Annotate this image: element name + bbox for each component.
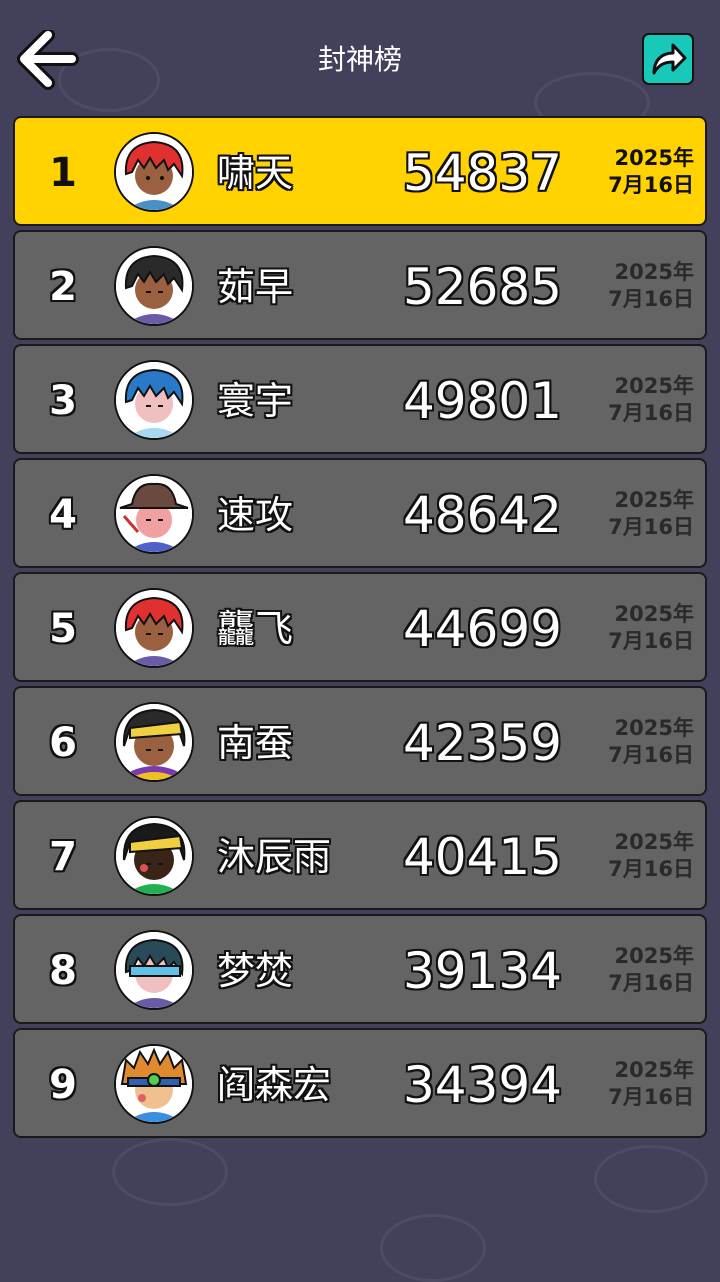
player-name: 啸天 (217, 151, 294, 195)
record-date-year: 2025年 (614, 602, 694, 626)
record-date-day: 7月16日 (608, 743, 694, 767)
player-name: 茹早 (217, 265, 294, 309)
record-date-day: 7月16日 (608, 173, 694, 197)
player-score: 48642 (402, 486, 562, 544)
avatar (114, 474, 194, 554)
record-date-year: 2025年 (614, 146, 694, 170)
record-date: 2025年 7月16日 (594, 943, 694, 997)
record-date: 2025年 7月16日 (594, 1057, 694, 1111)
record-date: 2025年 7月16日 (594, 601, 694, 655)
record-date-year: 2025年 (614, 944, 694, 968)
top-bar: 封神榜 (0, 0, 720, 116)
rank-number: 3 (49, 378, 77, 424)
player-name: 梦焚 (217, 949, 294, 993)
record-date: 2025年 7月16日 (594, 145, 694, 199)
cloud-decoration (380, 1214, 486, 1282)
rank-number: 2 (49, 264, 77, 310)
rank-number: 4 (49, 492, 77, 538)
leaderboard-row[interactable]: 7 沐辰雨 40415 2025年 7月16日 (13, 800, 707, 910)
player-score: 52685 (402, 258, 562, 316)
record-date-day: 7月16日 (608, 1085, 694, 1109)
record-date-day: 7月16日 (608, 857, 694, 881)
leaderboard-row[interactable]: 3 寰宇 49801 2025年 7月16日 (13, 344, 707, 454)
record-date: 2025年 7月16日 (594, 487, 694, 541)
player-score: 39134 (402, 942, 562, 1000)
player-name: 南蚕 (217, 721, 294, 765)
avatar (114, 360, 194, 440)
record-date-year: 2025年 (614, 830, 694, 854)
rank-number: 5 (49, 606, 77, 652)
leaderboard-row[interactable]: 2 茹早 52685 2025年 7月16日 (13, 230, 707, 340)
leaderboard-list: 1 啸天 54837 2025年 7月16日 2 茹早 52685 2025年 … (13, 116, 707, 1142)
record-date-day: 7月16日 (608, 515, 694, 539)
player-name: 沐辰雨 (217, 835, 332, 879)
avatar (114, 588, 194, 668)
avatar (114, 1044, 194, 1124)
record-date-year: 2025年 (614, 260, 694, 284)
leaderboard-row[interactable]: 1 啸天 54837 2025年 7月16日 (13, 116, 707, 226)
leaderboard-row[interactable]: 6 南蚕 42359 2025年 7月16日 (13, 686, 707, 796)
record-date-year: 2025年 (614, 716, 694, 740)
player-score: 54837 (402, 144, 562, 202)
record-date: 2025年 7月16日 (594, 829, 694, 883)
cloud-decoration (112, 1138, 228, 1206)
leaderboard-row[interactable]: 5 龘飞 44699 2025年 7月16日 (13, 572, 707, 682)
record-date: 2025年 7月16日 (594, 373, 694, 427)
avatar (114, 246, 194, 326)
player-name: 阎森宏 (217, 1063, 332, 1107)
player-name: 寰宇 (217, 379, 294, 423)
leaderboard-row[interactable]: 4 速攻 48642 2025年 7月16日 (13, 458, 707, 568)
record-date: 2025年 7月16日 (594, 259, 694, 313)
cloud-decoration (594, 1145, 708, 1213)
record-date-year: 2025年 (614, 488, 694, 512)
record-date-day: 7月16日 (608, 629, 694, 653)
page-title: 封神榜 (317, 43, 402, 76)
rank-number: 8 (49, 948, 77, 994)
rank-number: 9 (49, 1062, 77, 1108)
player-score: 44699 (402, 600, 562, 658)
leaderboard-row[interactable]: 9 阎森宏 34394 2025年 7月16日 (13, 1028, 707, 1138)
rank-number: 6 (49, 720, 77, 766)
player-name: 速攻 (217, 493, 294, 537)
rank-number: 1 (49, 150, 77, 196)
player-score: 49801 (402, 372, 562, 430)
player-score: 42359 (402, 714, 562, 772)
record-date-year: 2025年 (614, 1058, 694, 1082)
avatar (114, 930, 194, 1010)
player-score: 40415 (402, 828, 562, 886)
rank-number: 7 (49, 834, 77, 880)
avatar (114, 132, 194, 212)
record-date: 2025年 7月16日 (594, 715, 694, 769)
record-date-day: 7月16日 (608, 971, 694, 995)
share-arrow-icon (652, 43, 687, 75)
record-date-day: 7月16日 (608, 287, 694, 311)
player-score: 34394 (402, 1056, 562, 1114)
record-date-day: 7月16日 (608, 401, 694, 425)
record-date-year: 2025年 (614, 374, 694, 398)
avatar (114, 702, 194, 782)
share-button[interactable] (642, 33, 694, 85)
player-name: 龘飞 (217, 607, 294, 651)
avatar (114, 816, 194, 896)
leaderboard-row[interactable]: 8 梦焚 39134 2025年 7月16日 (13, 914, 707, 1024)
